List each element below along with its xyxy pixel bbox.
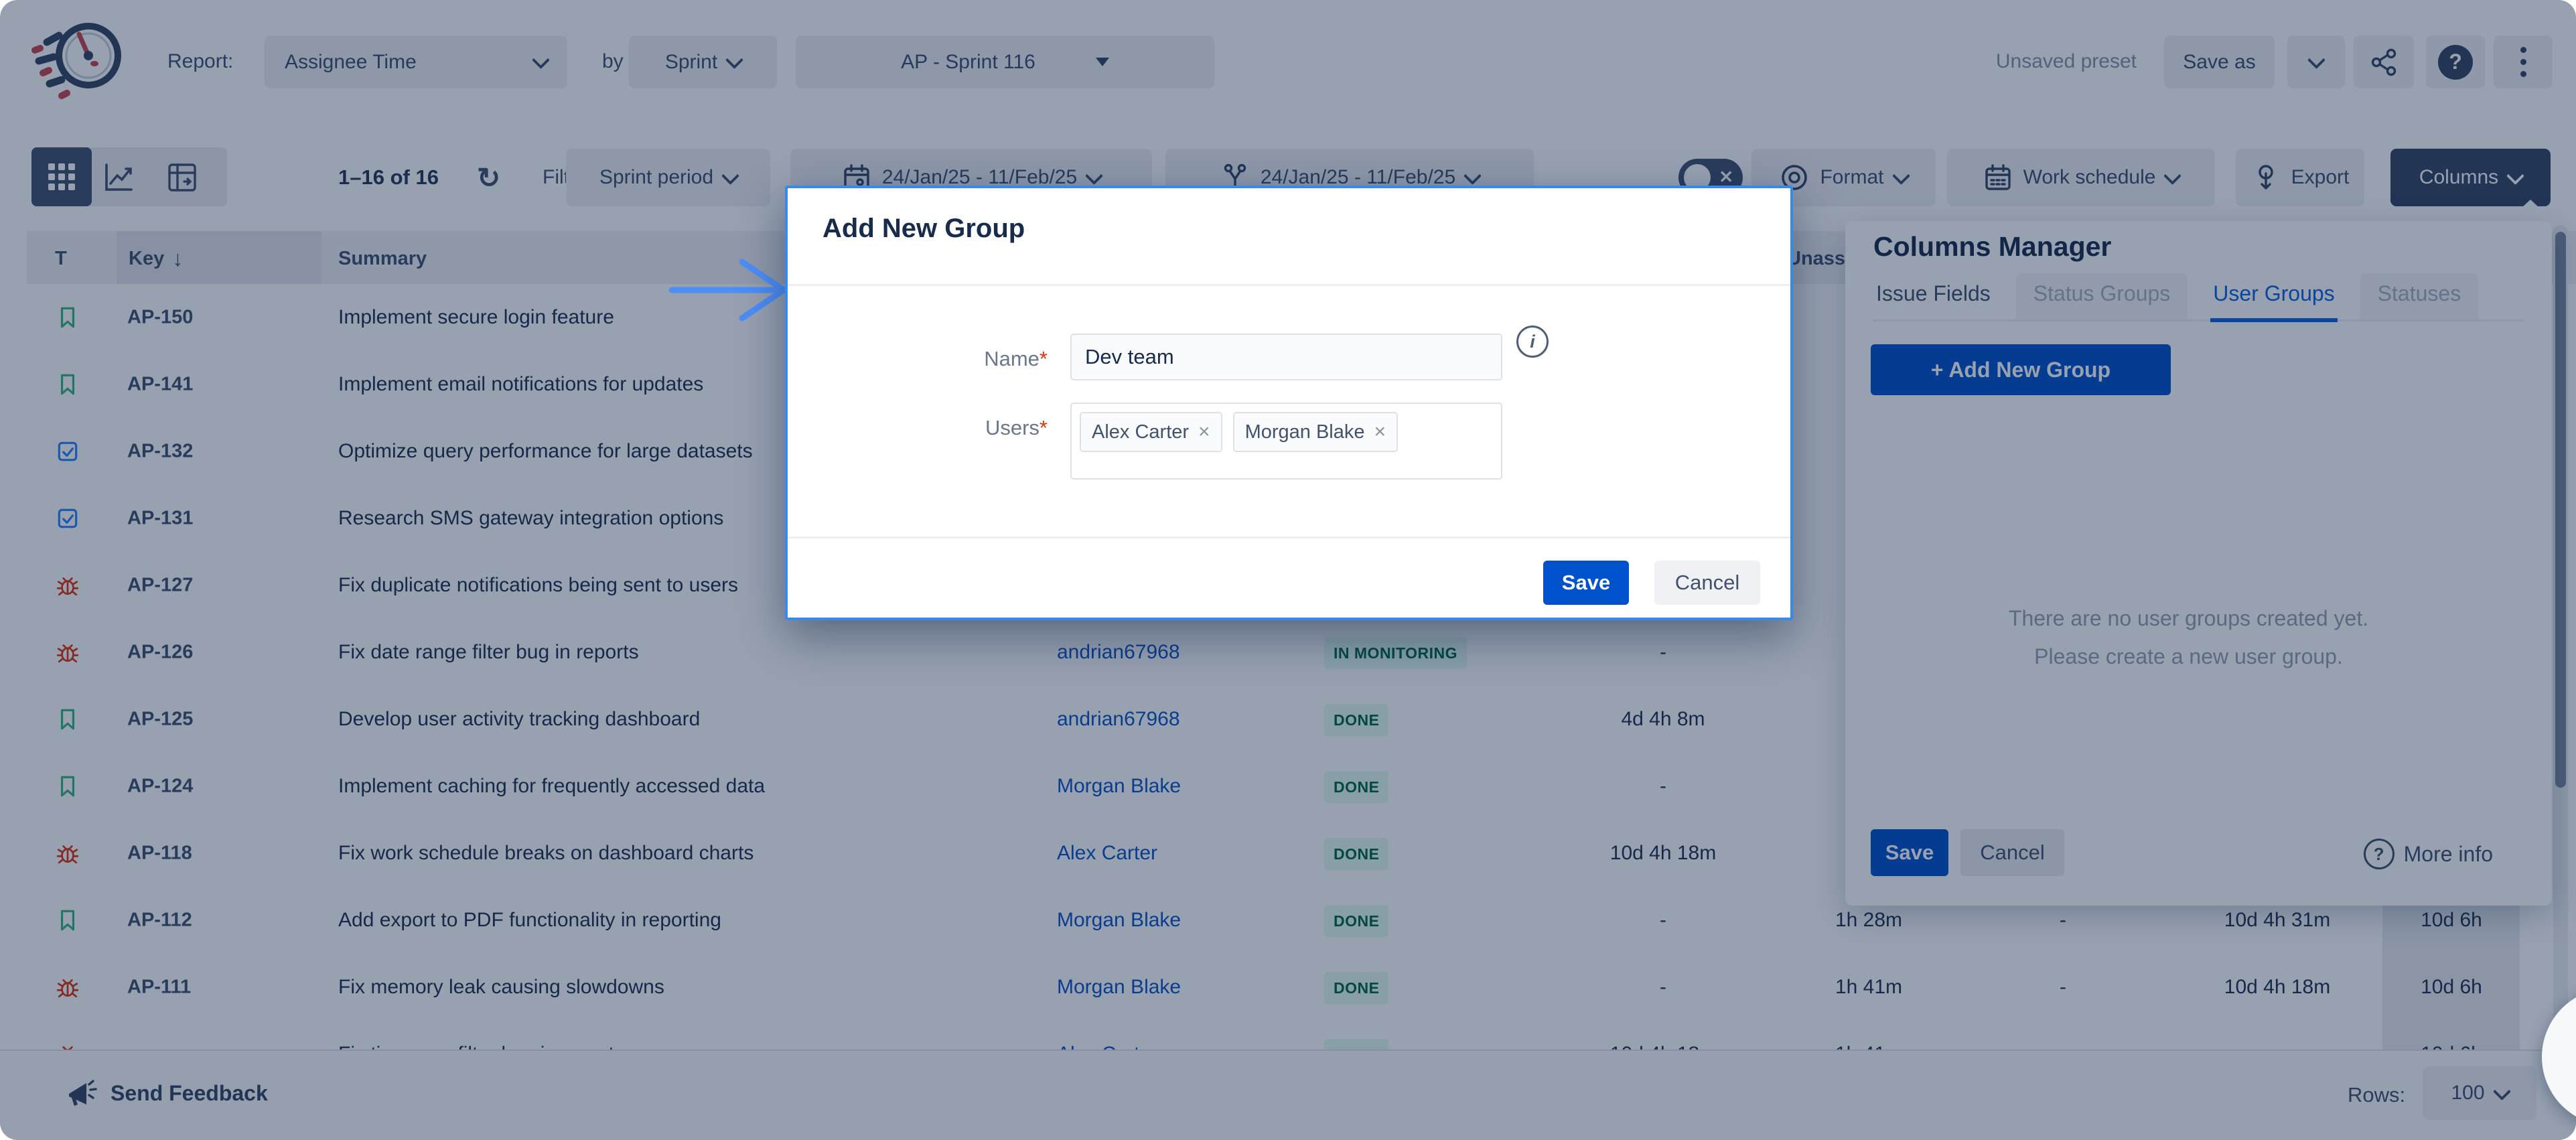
users-field[interactable]: Alex Carter × Morgan Blake × [1070, 403, 1502, 480]
name-label: Name* [827, 347, 1048, 371]
modal-footer-divider [788, 537, 1790, 539]
modal-save-button[interactable]: Save [1543, 561, 1629, 605]
remove-chip-icon[interactable]: × [1198, 421, 1210, 443]
users-label: Users* [827, 416, 1048, 440]
required-marker: * [1040, 347, 1048, 370]
info-icon: i [1516, 326, 1549, 358]
modal-title: Add New Group [822, 214, 1025, 244]
app-window: Report: Assignee Time by Sprint AP - Spr… [0, 0, 2576, 1140]
user-chip: Morgan Blake × [1233, 412, 1398, 452]
remove-chip-icon[interactable]: × [1374, 421, 1386, 443]
modal-header-divider [788, 284, 1790, 286]
add-new-group-modal: Add New Group Name* i Users* Alex Carter… [785, 186, 1793, 620]
user-chip: Alex Carter × [1080, 412, 1222, 452]
user-chip-label: Morgan Blake [1245, 421, 1365, 443]
group-name-input[interactable] [1070, 334, 1502, 380]
modal-cancel-button[interactable]: Cancel [1654, 561, 1760, 605]
user-chip-label: Alex Carter [1092, 421, 1189, 443]
